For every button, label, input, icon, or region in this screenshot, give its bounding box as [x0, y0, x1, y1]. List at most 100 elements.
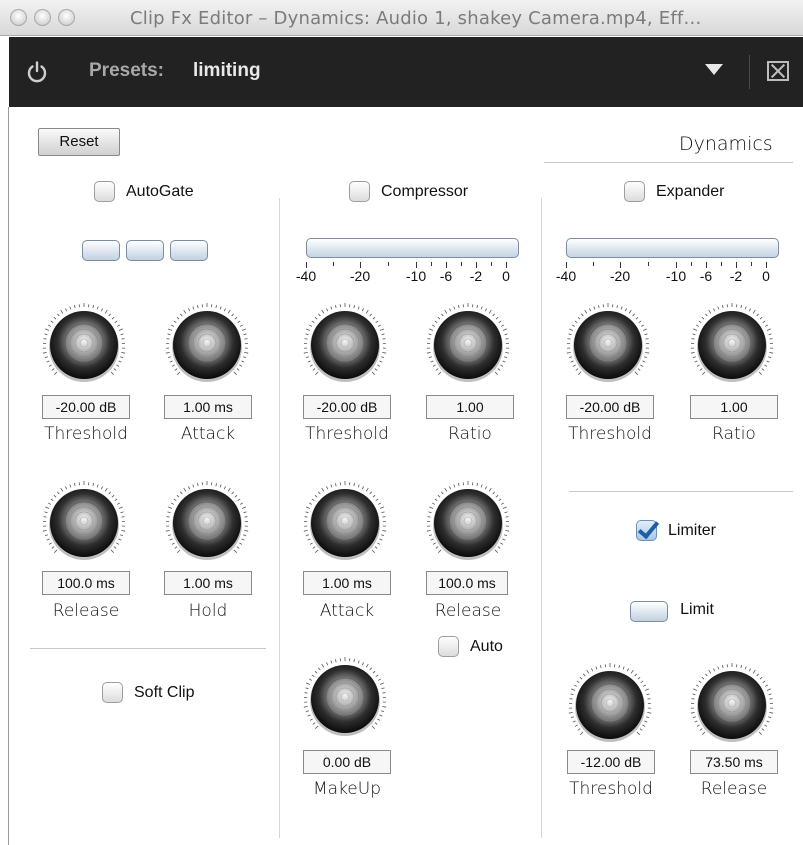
scale-label: -20 [349, 268, 371, 284]
softclip-checkbox[interactable] [102, 682, 123, 703]
scale-label: -10 [665, 268, 687, 284]
limiter-release-knob[interactable] [690, 663, 774, 747]
limiter-label: Limiter [668, 521, 717, 539]
limiter-toggle[interactable]: Limiter [636, 520, 716, 541]
compressor-auto-toggle[interactable]: Auto [438, 636, 503, 657]
knob-dial-icon [165, 481, 249, 560]
compressor-attack-value[interactable]: 1.00 ms [303, 571, 391, 595]
divider [749, 55, 750, 89]
limiter-checkbox[interactable] [636, 520, 657, 541]
window-title: Clip Fx Editor – Dynamics: Audio 1, shak… [130, 8, 702, 29]
knob-dial-icon [42, 481, 126, 560]
knob-dial-icon [566, 303, 650, 382]
autogate-attack-knob[interactable] [165, 303, 249, 387]
scale-tick [491, 262, 492, 266]
compressor-threshold-value[interactable]: -20.00 dB [303, 395, 391, 419]
limiter-release-label: Release [700, 779, 768, 799]
expander-gain-meter [566, 238, 779, 258]
compressor-auto-label: Auto [470, 637, 503, 655]
compressor-makeup-knob[interactable] [303, 657, 387, 741]
gate-indicator-led [170, 240, 208, 261]
compressor-release-knob[interactable] [426, 481, 510, 565]
autogate-hold-knob[interactable] [165, 481, 249, 565]
minimize-window-icon[interactable] [34, 9, 51, 26]
compressor-release-value[interactable]: 100.0 ms [426, 571, 508, 595]
expander-ratio-knob[interactable] [690, 303, 774, 387]
limiter-release-value[interactable]: 73.50 ms [690, 750, 778, 774]
softclip-label: Soft Clip [134, 683, 195, 701]
limiter-threshold-label: Threshold [569, 779, 653, 799]
autogate-release-knob[interactable] [42, 481, 126, 565]
scale-tick [721, 262, 722, 266]
autogate-threshold-knob[interactable] [42, 303, 126, 387]
expander-label: Expander [656, 182, 725, 200]
compressor-checkbox[interactable] [349, 181, 370, 202]
compressor-makeup-label: MakeUp [312, 779, 382, 799]
scale-label: -6 [439, 268, 453, 284]
column-divider [541, 198, 542, 838]
scale-label: -40 [555, 268, 577, 284]
expander-checkbox[interactable] [624, 181, 645, 202]
compressor-auto-checkbox[interactable] [438, 636, 459, 657]
close-editor-icon[interactable] [767, 61, 789, 81]
compressor-makeup-value[interactable]: 0.00 dB [303, 750, 391, 774]
presets-label: Presets: [89, 60, 164, 81]
preset-bar: Presets: limiting [9, 37, 803, 107]
expander-ratio-label: Ratio [712, 424, 756, 444]
expander-toggle[interactable]: Expander [624, 181, 725, 202]
scale-tick [461, 262, 462, 266]
chevron-down-icon[interactable] [705, 64, 723, 75]
scale-tick [431, 262, 432, 266]
autogate-release-value[interactable]: 100.0 ms [42, 571, 130, 595]
autogate-hold-label: Hold [188, 601, 228, 621]
compressor-threshold-knob[interactable] [303, 303, 387, 387]
panel-title: Dynamics [679, 133, 773, 155]
gate-indicator-led [126, 240, 164, 261]
reset-button[interactable]: Reset [38, 128, 120, 156]
autogate-threshold-label: Threshold [44, 424, 128, 444]
autogate-attack-value[interactable]: 1.00 ms [164, 395, 252, 419]
close-window-icon[interactable] [10, 9, 27, 26]
preset-select[interactable]: limiting [193, 60, 261, 82]
autogate-threshold-value[interactable]: -20.00 dB [42, 395, 130, 419]
compressor-ratio-knob[interactable] [426, 303, 510, 387]
expander-meter-scale: -40 -20 -10 -6 -2 0 [556, 262, 786, 284]
compressor-label: Compressor [381, 182, 469, 200]
power-icon[interactable] [25, 60, 49, 84]
gate-indicator-led [82, 240, 120, 261]
autogate-hold-value[interactable]: 1.00 ms [164, 571, 252, 595]
zoom-window-icon[interactable] [58, 9, 75, 26]
scale-label: 0 [502, 268, 510, 284]
knob-dial-icon [426, 303, 510, 382]
limiter-threshold-value[interactable]: -12.00 dB [567, 750, 655, 774]
scale-label: -2 [469, 268, 483, 284]
expander-threshold-value[interactable]: -20.00 dB [566, 395, 654, 419]
autogate-label: AutoGate [126, 182, 194, 200]
softclip-toggle[interactable]: Soft Clip [102, 682, 194, 703]
expander-threshold-label: Threshold [568, 424, 652, 444]
autogate-attack-label: Attack [180, 424, 236, 444]
knob-dial-icon [303, 657, 387, 736]
expander-ratio-value[interactable]: 1.00 [690, 395, 778, 419]
compressor-release-label: Release [434, 601, 502, 621]
compressor-threshold-label: Threshold [305, 424, 389, 444]
autogate-toggle[interactable]: AutoGate [94, 181, 194, 202]
autogate-release-label: Release [52, 601, 120, 621]
scale-label: -40 [295, 268, 317, 284]
compressor-attack-knob[interactable] [303, 481, 387, 565]
scale-tick [593, 262, 594, 266]
compressor-meter-scale: -40 -20 -10 -6 -2 0 [296, 262, 526, 284]
knob-dial-icon [303, 303, 387, 382]
knob-dial-icon [303, 481, 387, 560]
expander-threshold-knob[interactable] [566, 303, 650, 387]
limiter-threshold-knob[interactable] [568, 663, 652, 747]
limit-indicator-led [630, 601, 668, 622]
knob-dial-icon [690, 303, 774, 382]
limit-label: Limit [680, 601, 714, 618]
compressor-toggle[interactable]: Compressor [349, 181, 468, 202]
compressor-ratio-value[interactable]: 1.00 [426, 395, 514, 419]
panel-border [8, 107, 9, 845]
autogate-checkbox[interactable] [94, 181, 115, 202]
title-divider [544, 162, 793, 163]
knob-dial-icon [42, 303, 126, 382]
